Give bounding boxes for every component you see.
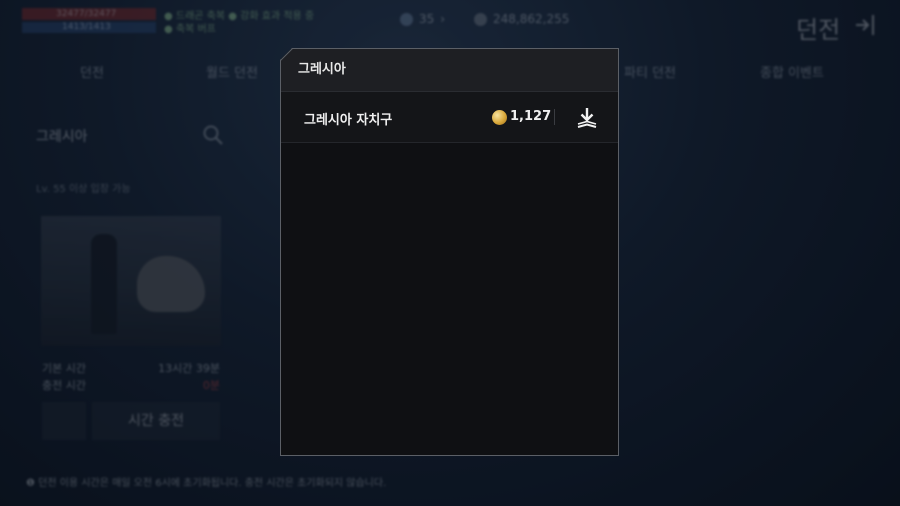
teleport-modal: 그레시아 그레시아 자치구 1,127: [280, 48, 619, 456]
location-price: 1,127: [510, 109, 552, 124]
modal-corner-accent: [280, 48, 293, 61]
download-icon[interactable]: [575, 106, 599, 130]
location-name: 그레시아 자치구: [304, 113, 393, 128]
modal-title: 그레시아: [281, 49, 618, 92]
gold-coin-icon: [492, 110, 507, 125]
divider: [554, 109, 555, 125]
list-item[interactable]: 그레시아 자치구 1,127: [281, 92, 618, 143]
